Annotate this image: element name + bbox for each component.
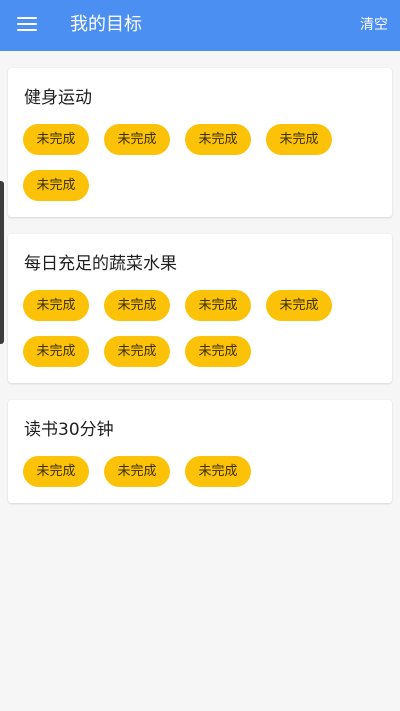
goal-card[interactable]: 读书30分钟 未完成 未完成 未完成 <box>8 400 392 503</box>
status-chip[interactable]: 未完成 <box>104 456 170 487</box>
status-chip[interactable]: 未完成 <box>23 336 89 367</box>
status-chip-group: 未完成 未完成 未完成 未完成 未完成 <box>23 124 377 201</box>
goal-title: 健身运动 <box>24 88 92 108</box>
status-chip[interactable]: 未完成 <box>185 290 251 321</box>
status-chip-group: 未完成 未完成 未完成 <box>23 456 377 487</box>
goal-list: 健身运动 未完成 未完成 未完成 未完成 未完成 每日充足的蔬菜水果 未完成 未… <box>8 68 392 520</box>
status-chip[interactable]: 未完成 <box>23 456 89 487</box>
goal-title: 每日充足的蔬菜水果 <box>24 254 177 274</box>
page-title: 我的目标 <box>70 14 142 35</box>
app-bar: 我的目标 清空 <box>0 0 400 51</box>
status-chip[interactable]: 未完成 <box>23 170 89 201</box>
status-chip[interactable]: 未完成 <box>104 124 170 155</box>
status-chip[interactable]: 未完成 <box>104 290 170 321</box>
goal-card[interactable]: 每日充足的蔬菜水果 未完成 未完成 未完成 未完成 未完成 未完成 未完成 <box>8 234 392 383</box>
status-chip[interactable]: 未完成 <box>185 456 251 487</box>
status-chip[interactable]: 未完成 <box>23 290 89 321</box>
status-chip[interactable]: 未完成 <box>104 336 170 367</box>
status-chip[interactable]: 未完成 <box>23 124 89 155</box>
menu-icon[interactable] <box>17 16 37 32</box>
status-chip[interactable]: 未完成 <box>185 336 251 367</box>
side-drawer-handle[interactable] <box>0 181 4 344</box>
status-chip[interactable]: 未完成 <box>185 124 251 155</box>
status-chip[interactable]: 未完成 <box>266 124 332 155</box>
goal-title: 读书30分钟 <box>24 420 114 440</box>
goal-card[interactable]: 健身运动 未完成 未完成 未完成 未完成 未完成 <box>8 68 392 217</box>
clear-button[interactable]: 清空 <box>360 15 388 35</box>
status-chip-group: 未完成 未完成 未完成 未完成 未完成 未完成 未完成 <box>23 290 377 367</box>
status-chip[interactable]: 未完成 <box>266 290 332 321</box>
